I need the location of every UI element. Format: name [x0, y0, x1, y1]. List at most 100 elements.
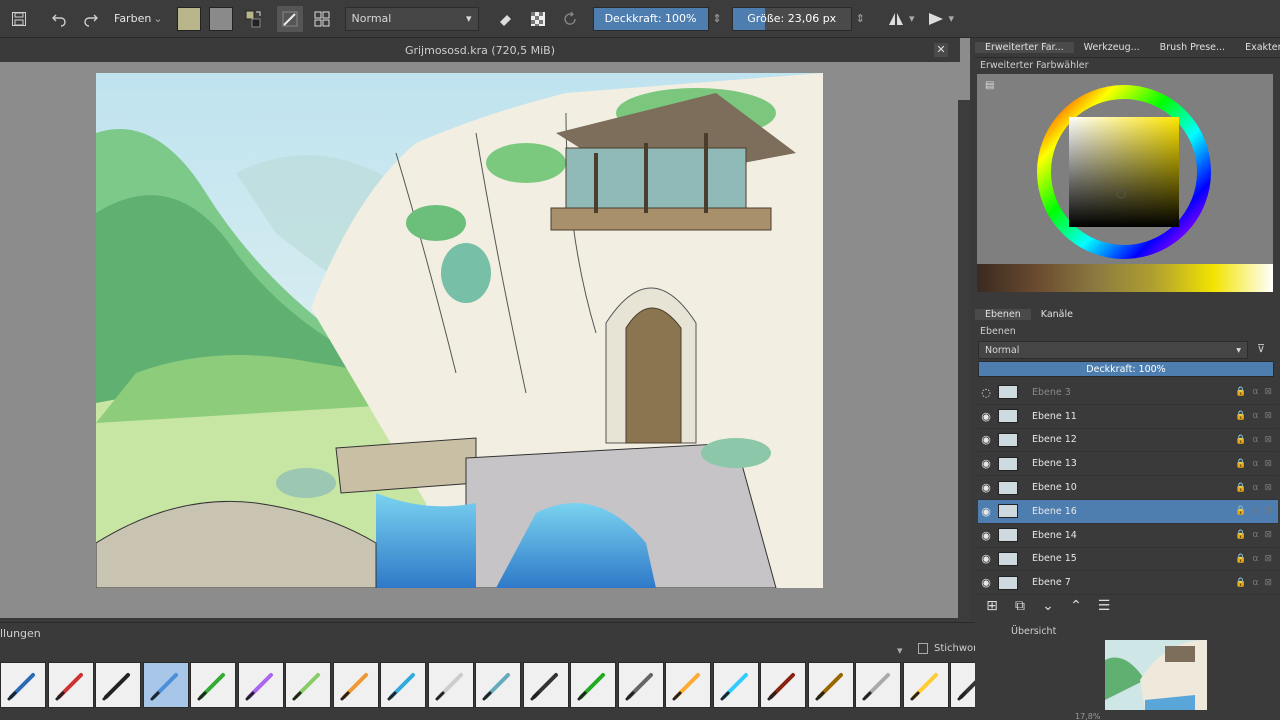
eye-icon[interactable]: ◉ — [978, 529, 994, 542]
chevron-down-icon[interactable]: ▾ — [949, 12, 955, 25]
background-color-swatch[interactable] — [208, 6, 233, 31]
brush-preset-icon — [672, 673, 700, 701]
chevron-down-icon[interactable]: ▾ — [909, 12, 915, 25]
brush-preset-icon — [292, 673, 320, 701]
preserve-alpha-icon[interactable] — [525, 6, 551, 32]
brush-preset-item[interactable] — [427, 662, 474, 708]
layer-flags-icon[interactable]: 🔒α⊠ — [1235, 506, 1278, 516]
tag-checkbox[interactable] — [918, 643, 928, 654]
tab-brush-presets[interactable]: Brush Prese... — [1150, 42, 1235, 53]
undo-icon[interactable] — [46, 6, 72, 32]
document-tab[interactable]: Grijmososd.kra (720,5 MiB) ✕ — [0, 38, 960, 62]
brush-preset-item[interactable] — [47, 662, 94, 708]
brush-preset-item[interactable] — [332, 662, 379, 708]
brush-preset-item[interactable] — [760, 662, 806, 708]
eye-icon[interactable]: ◉ — [978, 481, 994, 494]
size-slider[interactable]: Größe: 23,06 px — [731, 6, 852, 31]
brush-preset-item[interactable] — [380, 662, 426, 708]
eye-icon[interactable]: ◉ — [978, 433, 994, 446]
brush-preset-item[interactable] — [855, 662, 901, 708]
layer-flags-icon[interactable]: 🔒α⊠ — [1235, 554, 1278, 564]
duplicate-layer-icon[interactable]: ⧉ — [1006, 598, 1034, 614]
tab-advanced-color[interactable]: Erweiterter Far... — [975, 42, 1074, 53]
brush-preset-item[interactable] — [617, 662, 664, 708]
save-icon[interactable] — [6, 6, 32, 32]
canvas-vertical-scrollbar[interactable] — [958, 100, 970, 644]
filter-icon[interactable]: ⊽ — [1257, 342, 1265, 355]
layer-flags-icon[interactable]: 🔒α⊠ — [1235, 387, 1278, 397]
layer-flags-icon[interactable]: 🔒α⊠ — [1235, 483, 1278, 493]
layer-list: ◌ Ebene 3 🔒α⊠ ◉ Ebene 11 🔒α⊠ ◉ Ebene 12 🔒α⊠ ◉ Eben… — [978, 381, 1278, 596]
eye-icon[interactable]: ◉ — [978, 410, 994, 423]
layer-row[interactable]: ◉ Ebene 15 🔒α⊠ — [978, 548, 1278, 572]
opacity-slider[interactable]: Deckkraft: 100% — [592, 6, 709, 31]
mirror-vertical-icon[interactable] — [923, 6, 949, 32]
foreground-color-swatch[interactable] — [176, 6, 201, 31]
layers-blend-value: Normal — [985, 344, 1020, 356]
brush-preset-item[interactable] — [285, 662, 331, 708]
tab-channels[interactable]: Kanäle — [1031, 309, 1083, 320]
eye-icon[interactable]: ◉ — [978, 505, 994, 518]
add-layer-icon[interactable]: ⊞ — [978, 598, 1006, 614]
brush-presets-grid-icon[interactable] — [309, 6, 335, 32]
brush-preset-item[interactable] — [902, 662, 949, 708]
brush-preset-item[interactable] — [237, 662, 284, 708]
layer-row[interactable]: ◉ Ebene 10 🔒α⊠ — [978, 476, 1278, 500]
blend-mode-dropdown[interactable]: Normal ▾ — [344, 6, 479, 31]
layer-flags-icon[interactable]: 🔒α⊠ — [1235, 578, 1278, 588]
eye-icon[interactable]: ◉ — [978, 576, 994, 589]
brush-preset-item[interactable] — [807, 662, 854, 708]
move-layer-down-icon[interactable]: ⌄ — [1034, 598, 1062, 614]
reload-preset-icon[interactable] — [557, 6, 583, 32]
brush-preset-item[interactable] — [665, 662, 711, 708]
move-layer-up-icon[interactable]: ⌃ — [1062, 598, 1090, 614]
brush-preset-item[interactable] — [0, 662, 46, 708]
layer-flags-icon[interactable]: 🔒α⊠ — [1235, 411, 1278, 421]
advanced-color-selector[interactable]: ▤ — [977, 74, 1273, 292]
chevron-down-icon[interactable]: ▾ — [897, 644, 903, 657]
colors-menu-arrow[interactable]: ⌄ — [153, 12, 162, 25]
eraser-icon[interactable] — [493, 6, 519, 32]
eye-hidden-icon[interactable]: ◌ — [978, 386, 994, 399]
layer-row[interactable]: ◉ Ebene 16 🔒α⊠ — [978, 499, 1278, 524]
layer-row[interactable]: ◉ Ebene 11 🔒α⊠ — [978, 405, 1278, 429]
hue-ring[interactable] — [1029, 77, 1219, 267]
overview-thumbnail[interactable] — [1105, 640, 1207, 710]
layer-row[interactable]: ◉ Ebene 13 🔒α⊠ — [978, 452, 1278, 477]
tab-tools[interactable]: Werkzeug... — [1074, 42, 1150, 53]
opacity-spin-arrows[interactable]: ⇕ — [713, 12, 722, 25]
layer-flags-icon[interactable]: 🔒α⊠ — [1235, 459, 1278, 469]
layer-row[interactable]: ◉ Ebene 7 🔒α⊠ — [978, 571, 1278, 596]
brush-preset-item[interactable] — [190, 662, 236, 708]
brush-preset-item[interactable] — [522, 662, 569, 708]
tab-exact-color[interactable]: Exakter Far... — [1235, 42, 1280, 53]
swap-colors-icon[interactable] — [241, 6, 267, 32]
tab-layers[interactable]: Ebenen — [975, 308, 1031, 320]
layers-opacity-slider[interactable]: Deckkraft: 100% — [978, 361, 1274, 377]
settings-icon[interactable]: ▤ — [985, 80, 994, 91]
colors-menu-label[interactable]: Farben — [114, 12, 151, 25]
layer-row[interactable]: ◉ Ebene 14 🔒α⊠ — [978, 524, 1278, 548]
brush-preset-item[interactable] — [712, 662, 759, 708]
layer-flags-icon[interactable]: 🔒α⊠ — [1235, 530, 1278, 540]
layer-properties-icon[interactable]: ☰ — [1090, 598, 1118, 614]
eye-icon[interactable]: ◉ — [978, 457, 994, 470]
canvas-artwork[interactable] — [96, 73, 823, 588]
eye-icon[interactable]: ◉ — [978, 552, 994, 565]
brush-preset-item[interactable] — [95, 662, 141, 708]
layers-blend-dropdown[interactable]: Normal ▾ — [978, 341, 1248, 359]
color-history-strip[interactable] — [977, 264, 1273, 292]
brush-preset-item[interactable] — [142, 662, 189, 708]
layer-name: Ebene 15 — [1032, 553, 1077, 565]
redo-icon[interactable] — [78, 6, 104, 32]
brush-editor-icon[interactable] — [276, 5, 303, 32]
close-icon[interactable]: ✕ — [934, 43, 948, 57]
docker-tabs: Erweiterter Far... Werkzeug... Brush Pre… — [975, 38, 1280, 58]
brush-preset-item[interactable] — [475, 662, 521, 708]
layer-flags-icon[interactable]: 🔒α⊠ — [1235, 435, 1278, 445]
size-spin-arrows[interactable]: ⇕ — [856, 12, 865, 25]
layer-row[interactable]: ◉ Ebene 12 🔒α⊠ — [978, 429, 1278, 453]
mirror-horizontal-icon[interactable] — [883, 6, 909, 32]
layer-row[interactable]: ◌ Ebene 3 🔒α⊠ — [978, 381, 1278, 405]
brush-preset-item[interactable] — [570, 662, 616, 708]
